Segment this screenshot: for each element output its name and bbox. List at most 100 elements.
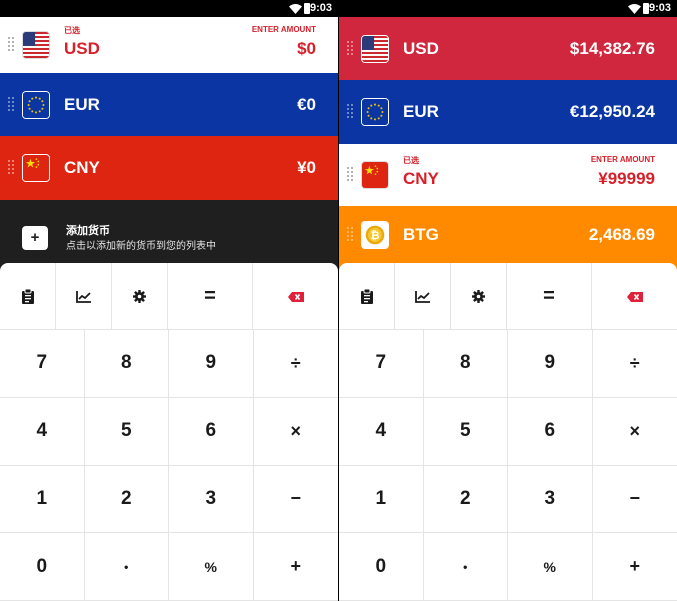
currency-code: USD [64, 39, 100, 58]
svg-text:₿: ₿ [370, 229, 379, 242]
currency-amount[interactable]: $0 [297, 39, 316, 59]
drag-handle-icon[interactable] [347, 40, 353, 57]
chart-button[interactable] [395, 263, 451, 330]
key-percent[interactable]: % [169, 533, 254, 601]
currency-amount[interactable]: $14,382.76 [570, 39, 655, 59]
key-0[interactable]: 0 [0, 533, 85, 601]
key-2[interactable]: 2 [423, 465, 508, 534]
drag-handle-icon[interactable] [347, 167, 353, 183]
add-currency-button[interactable]: + [22, 225, 48, 250]
calculator-keypad: = 7 8 9 ÷ 4 5 6 × 1 2 3 − 0 • % + [0, 263, 338, 601]
status-bar: 9:03 [0, 0, 338, 17]
drag-handle-icon[interactable] [8, 37, 14, 53]
currency-amount[interactable]: ¥0 [297, 158, 316, 178]
drag-handle-icon[interactable] [347, 226, 353, 243]
key-6[interactable]: 6 [508, 397, 593, 466]
key-plus[interactable]: + [592, 533, 677, 601]
selected-label: 已选 [403, 156, 419, 165]
gear-icon [133, 290, 146, 303]
key-divide[interactable]: ÷ [253, 330, 338, 398]
key-9[interactable]: 9 [169, 330, 254, 398]
backspace-button[interactable] [592, 263, 677, 330]
key-7[interactable]: 7 [339, 330, 424, 398]
key-plus[interactable]: + [253, 533, 338, 601]
key-multiply[interactable]: × [592, 398, 677, 466]
currency-code: EUR [64, 94, 100, 114]
chart-button[interactable] [56, 263, 112, 330]
converter-screen-left: 9:03 已选 USD ENTER AMOUNT $0 EUR €0 CNY ¥… [0, 0, 338, 601]
currency-code: USD [403, 38, 439, 58]
currency-code: BTG [403, 224, 439, 244]
enter-amount-label: ENTER AMOUNT [590, 155, 655, 164]
equals-icon: = [543, 285, 555, 307]
chart-icon [415, 290, 430, 303]
key-3[interactable]: 3 [508, 465, 593, 534]
currency-amount[interactable]: 2,468.69 [589, 225, 655, 245]
us-flag-icon [361, 34, 389, 63]
settings-button[interactable] [112, 263, 168, 330]
backspace-button[interactable] [253, 263, 338, 330]
equals-button[interactable]: = [168, 263, 253, 330]
key-1[interactable]: 1 [339, 465, 424, 534]
status-bar: 9:03 [339, 0, 677, 17]
key-decimal[interactable]: • [423, 533, 508, 601]
cn-flag-icon [22, 154, 50, 182]
eu-flag-icon [361, 98, 389, 126]
key-multiply[interactable]: × [253, 398, 338, 466]
backspace-icon [287, 291, 304, 302]
keypad-grid: 7 8 9 ÷ 4 5 6 × 1 2 3 − 0 • % + [0, 330, 338, 601]
currency-amount[interactable]: ¥99999 [598, 169, 655, 189]
key-4[interactable]: 4 [339, 397, 424, 466]
currency-row-cny[interactable]: CNY ¥0 [0, 136, 338, 200]
backspace-icon [626, 291, 643, 302]
key-2[interactable]: 2 [84, 465, 169, 534]
gear-icon [472, 290, 485, 303]
key-9[interactable]: 9 [508, 330, 593, 398]
currency-code: CNY [64, 158, 100, 177]
key-minus[interactable]: − [592, 466, 677, 534]
clipboard-button[interactable] [0, 263, 56, 330]
currency-code: EUR [403, 102, 439, 121]
clipboard-icon [360, 289, 373, 304]
key-decimal[interactable]: • [84, 533, 169, 601]
currency-row-cny[interactable]: 已选 CNY ENTER AMOUNT ¥99999 [339, 144, 677, 206]
key-divide[interactable]: ÷ [592, 330, 677, 398]
currency-row-usd[interactable]: USD $14,382.76 [339, 17, 677, 80]
add-currency-title: 添加货币 [66, 225, 110, 237]
key-6[interactable]: 6 [169, 397, 254, 466]
clipboard-button[interactable] [339, 263, 395, 330]
key-8[interactable]: 8 [84, 330, 169, 398]
equals-button[interactable]: = [507, 263, 592, 330]
key-3[interactable]: 3 [169, 465, 254, 534]
drag-handle-icon[interactable] [8, 160, 14, 176]
key-4[interactable]: 4 [0, 397, 85, 466]
cn-flag-icon [361, 161, 389, 189]
currency-row-eur[interactable]: EUR €12,950.24 [339, 80, 677, 144]
bitcoin-gold-icon: ₿ [361, 220, 389, 249]
status-time: 9:03 [648, 2, 671, 14]
us-flag-icon [22, 31, 50, 59]
converter-screen-right: 9:03 USD $14,382.76 EUR €12,950.24 已选 CN… [339, 0, 677, 601]
settings-button[interactable] [451, 263, 507, 330]
currency-amount[interactable]: €12,950.24 [570, 102, 655, 122]
currency-row-usd[interactable]: 已选 USD ENTER AMOUNT $0 [0, 17, 338, 73]
key-5[interactable]: 5 [423, 397, 508, 466]
key-1[interactable]: 1 [0, 465, 85, 534]
key-0[interactable]: 0 [339, 533, 424, 601]
status-time: 9:03 [309, 2, 332, 14]
keypad-grid: 7 8 9 ÷ 4 5 6 × 1 2 3 − 0 • % + [339, 330, 677, 601]
drag-handle-icon[interactable] [8, 96, 14, 113]
clipboard-icon [21, 289, 34, 304]
drag-handle-icon[interactable] [347, 104, 353, 120]
chart-icon [76, 290, 91, 303]
currency-amount[interactable]: €0 [297, 95, 316, 115]
key-8[interactable]: 8 [423, 330, 508, 398]
key-percent[interactable]: % [508, 533, 593, 601]
key-minus[interactable]: − [253, 466, 338, 534]
key-7[interactable]: 7 [0, 330, 85, 398]
key-5[interactable]: 5 [84, 397, 169, 466]
calculator-toolbar: = [0, 263, 338, 330]
calculator-toolbar: = [339, 263, 677, 330]
currency-row-eur[interactable]: EUR €0 [0, 73, 338, 136]
add-currency-subtitle: 点击以添加新的货币到您的列表中 [66, 241, 216, 252]
